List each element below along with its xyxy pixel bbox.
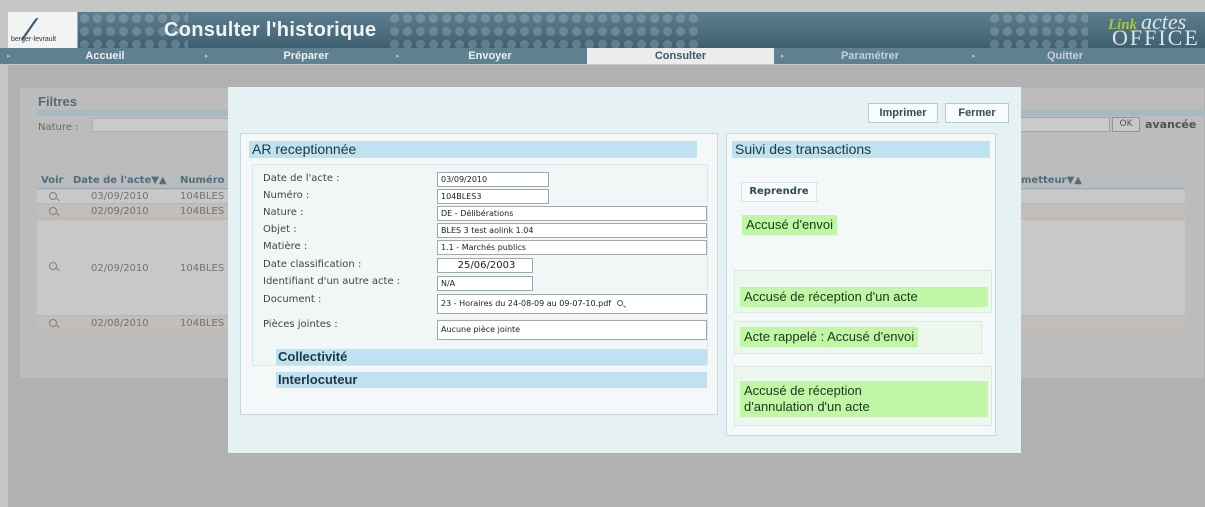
link-actes-office-logo: Link actes OFFICE: [995, 12, 1198, 48]
nav-separator-icon: ▸: [7, 52, 11, 60]
print-button[interactable]: Imprimer: [868, 103, 938, 123]
interlocuteur-section[interactable]: Interlocuteur: [276, 372, 707, 388]
field-label-numero: Numéro :: [263, 190, 310, 201]
field-label-document: Document :: [263, 294, 322, 305]
transaction-card[interactable]: Accusé de réception d'annulation d'un ac…: [734, 366, 992, 426]
header-pattern: [388, 12, 698, 48]
field-value-identifiant: N/A: [437, 276, 533, 291]
nav-parametrer[interactable]: Paramétrer: [815, 48, 925, 64]
acte-detail-modal: Imprimer Fermer AR receptionnée Date de …: [228, 87, 1021, 453]
nav-preparer[interactable]: Préparer: [256, 48, 356, 64]
field-value-nature: DE - Délibérations: [437, 206, 707, 221]
reprendre-button[interactable]: Reprendre: [741, 182, 817, 202]
field-value-matiere: 1.1 - Marchés publics: [437, 240, 707, 255]
app-header: berger-levrault Consulter l'historique L…: [8, 12, 1205, 48]
nav-separator-icon: ▸: [972, 52, 976, 60]
nav-separator-icon: ▸: [396, 52, 400, 60]
ar-section-title: AR receptionnée: [249, 141, 697, 158]
transaction-card[interactable]: Accusé de réception d'un acte: [734, 270, 992, 313]
transaction-label[interactable]: Accusé de réception d'un acte: [740, 287, 988, 307]
nav-accueil[interactable]: Accueil: [60, 48, 150, 64]
field-value-numero: 104BLES3: [437, 189, 549, 204]
transaction-label[interactable]: Acte rappelé : Accusé d'envoi: [740, 327, 919, 347]
field-value-objet: BLES 3 test aolink 1.04: [437, 223, 707, 238]
suivi-transactions-panel: Suivi des transactions Reprendre Accusé …: [726, 133, 996, 436]
ar-panel: AR receptionnée Date de l'acte : 03/09/2…: [240, 133, 718, 415]
field-label-objet: Objet :: [263, 224, 297, 235]
nav-envoyer[interactable]: Envoyer: [440, 48, 540, 64]
field-label-identifiant: Identifiant d'un autre acte :: [263, 276, 401, 287]
field-label-pieces-jointes: Pièces jointes :: [263, 319, 338, 330]
transaction-card[interactable]: Accusé d'envoi: [734, 211, 984, 251]
nav-separator-icon: ▸: [205, 52, 209, 60]
nav-quitter[interactable]: Quitter: [1025, 48, 1105, 64]
field-value-date-classification: 25/06/2003: [437, 258, 533, 273]
field-value-date: 03/09/2010: [437, 172, 549, 187]
collectivite-section[interactable]: Collectivité: [276, 349, 707, 365]
field-value-document[interactable]: 23 - Horaires du 24-08-09 au 09-07-10.pd…: [441, 299, 611, 308]
document-field[interactable]: 23 - Horaires du 24-08-09 au 09-07-10.pd…: [437, 294, 707, 314]
field-label-matiere: Matière :: [263, 241, 308, 252]
app-window: berger-levrault Consulter l'historique L…: [0, 0, 1205, 507]
transaction-label[interactable]: Accusé d'envoi: [742, 215, 838, 235]
field-label-date: Date de l'acte :: [263, 173, 340, 184]
suivi-section-title: Suivi des transactions: [732, 141, 990, 158]
transaction-card[interactable]: Acte rappelé : Accusé d'envoi: [734, 321, 982, 354]
magnifier-icon[interactable]: [617, 300, 624, 306]
logo-office-text: OFFICE: [1112, 25, 1200, 48]
logo-brand-text: berger-levrault: [11, 36, 57, 43]
transaction-label[interactable]: Accusé de réception d'annulation d'un ac…: [740, 381, 988, 417]
nav-separator-icon: ▸: [781, 52, 785, 60]
nav-consulter[interactable]: Consulter: [587, 48, 774, 64]
close-button[interactable]: Fermer: [945, 103, 1009, 123]
field-value-pieces-jointes: Aucune pièce jointe: [437, 320, 707, 340]
field-label-nature: Nature :: [263, 207, 304, 218]
page-title: Consulter l'historique: [164, 19, 377, 41]
main-nav: ▸ Accueil ▸ Préparer ▸ Envoyer Consulter…: [0, 48, 1205, 64]
berger-levrault-logo: berger-levrault: [8, 12, 78, 48]
field-label-date-classification: Date classification :: [263, 259, 362, 270]
